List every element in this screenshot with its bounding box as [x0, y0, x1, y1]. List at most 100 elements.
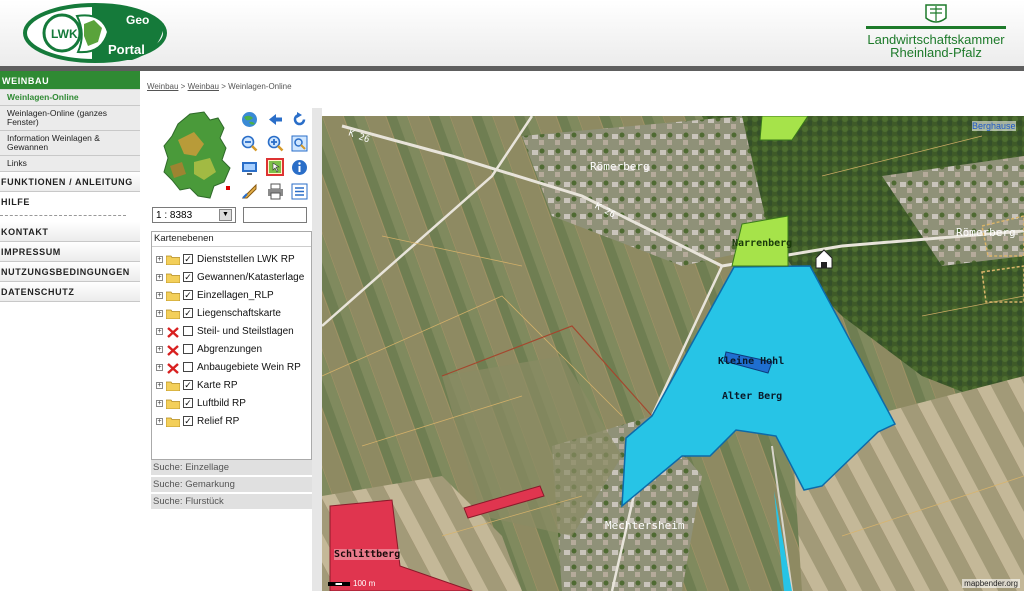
folder-icon: [165, 254, 181, 266]
expand-icon[interactable]: +: [156, 327, 163, 335]
map-label-mechtersheim: Mechtersheim: [605, 519, 685, 532]
layer-unavailable-icon: [166, 326, 180, 338]
folder-icon: [165, 380, 181, 392]
zoom-in-icon[interactable]: [266, 134, 284, 152]
layer-label: Karte RP: [197, 379, 238, 391]
layer-checkbox[interactable]: ✓: [183, 308, 193, 318]
legend-list-icon[interactable]: [290, 182, 308, 200]
globe-icon[interactable]: [240, 110, 258, 128]
search-gemarkung[interactable]: Suche: Gemarkung: [151, 477, 312, 493]
page-header: LWK Geo Portal Landwirtschaftskammer Rhe…: [0, 0, 1024, 66]
nav-section-weinbau[interactable]: WEINBAU: [0, 71, 140, 90]
layer-checkbox[interactable]: [183, 344, 193, 354]
nav-item-weinlagen-online-fullscreen[interactable]: Weinlagen-Online (ganzes Fenster): [0, 106, 140, 131]
layer-checkbox[interactable]: ✓: [183, 380, 193, 390]
layer-checkbox[interactable]: ✓: [183, 290, 193, 300]
layer-label: Luftbild RP: [197, 397, 246, 409]
map-label-roemerberg-2: Römerberg: [956, 226, 1016, 239]
breadcrumb-link-weinbau-2[interactable]: Weinbau: [188, 82, 219, 91]
layer-tree: Kartenebenen + ✓ Dienststellen LWK RP + ✓ Gew…: [151, 231, 312, 460]
map-tool-panel: 1 : 8383 ▼ Kartenebenen + ✓ Dienststellen L…: [144, 108, 322, 591]
scale-select[interactable]: 1 : 8383 ▼: [152, 207, 236, 223]
breadcrumb-separator: >: [178, 82, 188, 91]
layer-row[interactable]: + ✓ Einzellagen_RLP: [152, 286, 311, 304]
breadcrumb: Weinbau > Weinbau > Weinlagen-Online: [147, 82, 292, 91]
layer-row[interactable]: + ✓ Relief RP: [152, 412, 311, 430]
scale-input[interactable]: [243, 207, 307, 223]
lwk-brand[interactable]: Landwirtschaftskammer Rheinland-Pfalz: [866, 2, 1006, 62]
layer-row[interactable]: + ✓ Luftbild RP: [152, 394, 311, 412]
info-icon[interactable]: [290, 158, 308, 176]
refresh-icon[interactable]: [290, 110, 308, 128]
layer-row[interactable]: + ✓ Liegenschaftskarte: [152, 304, 311, 322]
breadcrumb-separator: >: [219, 82, 229, 91]
nav-item-funktionen[interactable]: FUNKTIONEN / ANLEITUNG: [0, 172, 140, 192]
expand-icon[interactable]: +: [156, 309, 163, 317]
expand-icon[interactable]: +: [156, 255, 163, 263]
chevron-down-icon[interactable]: ▼: [219, 209, 232, 221]
map-label-alter-berg: Alter Berg: [722, 391, 783, 402]
map-attribution[interactable]: mapbender.org: [962, 579, 1020, 588]
measure-icon[interactable]: [240, 182, 258, 200]
nav-item-information-weinlagen[interactable]: Information Weinlagen & Gewannen: [0, 131, 140, 156]
overview-map[interactable]: [160, 110, 236, 202]
brand-line-2: Rheinland-Pfalz: [890, 45, 982, 60]
map-label-berghause: Berghause: [972, 121, 1016, 131]
layer-label: Einzellagen_RLP: [197, 289, 274, 301]
nav-item-hilfe[interactable]: HILFE: [0, 192, 140, 208]
layer-label: Gewannen/Katasterlage: [197, 271, 305, 283]
back-arrow-icon[interactable]: [266, 110, 284, 128]
layer-checkbox[interactable]: ✓: [183, 416, 193, 426]
header-separator: [0, 66, 1024, 71]
panel-splitter[interactable]: [312, 108, 322, 591]
nav-item-links[interactable]: Links: [0, 156, 140, 172]
breadcrumb-link-weinbau-1[interactable]: Weinbau: [147, 82, 178, 91]
scale-select-value: 1 : 8383: [156, 209, 193, 221]
layer-checkbox[interactable]: ✓: [183, 254, 193, 264]
logo-portal-text: Portal: [108, 42, 145, 57]
nav-item-nutzungsbedingungen[interactable]: NUTZUNGSBEDINGUNGEN: [0, 262, 140, 282]
print-icon[interactable]: [266, 182, 284, 200]
layer-row[interactable]: + Abgrenzungen: [152, 340, 311, 358]
nav-item-impressum[interactable]: IMPRESSUM: [0, 242, 140, 262]
nav-item-datenschutz[interactable]: DATENSCHUTZ: [0, 282, 140, 302]
nav-divider: [0, 208, 126, 216]
layer-row[interactable]: + ✓ Dienststellen LWK RP: [152, 250, 311, 268]
expand-icon[interactable]: +: [156, 381, 163, 389]
map-label-schlittberg: Schlittberg: [334, 549, 401, 560]
nav-item-weinlagen-online[interactable]: Weinlagen-Online: [0, 90, 140, 106]
folder-icon: [165, 416, 181, 428]
folder-icon: [165, 398, 181, 410]
scalebar-label: 100 m: [353, 579, 376, 588]
layer-checkbox[interactable]: ✓: [183, 398, 193, 408]
coat-of-arms-icon: [866, 4, 1006, 29]
map-scalebar: 100 m: [328, 579, 375, 588]
nav-item-kontakt[interactable]: KONTAKT: [0, 222, 140, 242]
expand-icon[interactable]: +: [156, 273, 163, 281]
layer-checkbox[interactable]: ✓: [183, 272, 193, 282]
zoom-extent-icon[interactable]: [290, 134, 308, 152]
layer-row[interactable]: + Steil- und Steilstlagen: [152, 322, 311, 340]
layer-row[interactable]: + Anbaugebiete Wein RP: [152, 358, 311, 376]
expand-icon[interactable]: +: [156, 417, 163, 425]
folder-icon: [165, 272, 181, 284]
layer-checkbox[interactable]: [183, 362, 193, 372]
map-canvas[interactable]: Römerberg Römerberg Narrenberg Kleine Ho…: [322, 116, 1024, 591]
expand-icon[interactable]: +: [156, 345, 163, 353]
select-icon[interactable]: [240, 158, 258, 176]
layer-row[interactable]: + ✓ Karte RP: [152, 376, 311, 394]
breadcrumb-current: Weinlagen-Online: [228, 82, 292, 91]
search-flurstueck[interactable]: Suche: Flurstück: [151, 494, 312, 510]
layer-row[interactable]: + ✓ Gewannen/Katasterlage: [152, 268, 311, 286]
zoom-out-icon[interactable]: [240, 134, 258, 152]
expand-icon[interactable]: +: [156, 399, 163, 407]
layer-unavailable-icon: [166, 362, 180, 374]
layer-label: Dienststellen LWK RP: [197, 253, 295, 265]
pan-active-icon[interactable]: [266, 158, 284, 176]
layer-unavailable-icon: [166, 344, 180, 356]
layer-checkbox[interactable]: [183, 326, 193, 336]
search-einzellage[interactable]: Suche: Einzellage: [151, 460, 312, 476]
expand-icon[interactable]: +: [156, 363, 163, 371]
expand-icon[interactable]: +: [156, 291, 163, 299]
geoportal-logo[interactable]: LWK Geo Portal: [22, 2, 168, 64]
